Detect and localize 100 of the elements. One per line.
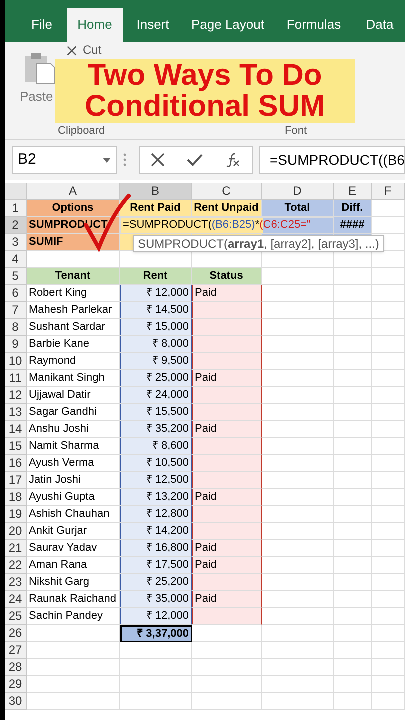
column-header[interactable]: F bbox=[372, 183, 405, 200]
table-cell: Diff. bbox=[334, 200, 372, 217]
row-header[interactable]: 15 bbox=[5, 438, 27, 455]
row-header[interactable]: 22 bbox=[5, 557, 27, 574]
row-header[interactable]: 10 bbox=[5, 353, 27, 370]
empty-cell bbox=[334, 472, 372, 489]
table-cell: ₹ 17,500 bbox=[120, 557, 192, 574]
function-icon[interactable] bbox=[225, 152, 241, 168]
table-cell: Status bbox=[192, 268, 262, 285]
ribbon-tab[interactable]: Data bbox=[355, 8, 405, 42]
empty-cell bbox=[372, 421, 405, 438]
empty-cell bbox=[334, 353, 372, 370]
row-header[interactable]: 5 bbox=[5, 268, 27, 285]
grip-icon bbox=[123, 153, 127, 167]
table-cell: Paid bbox=[192, 370, 262, 387]
row-header[interactable]: 26 bbox=[5, 625, 27, 642]
row-header[interactable]: 27 bbox=[5, 642, 27, 659]
empty-cell bbox=[334, 625, 372, 642]
ribbon-tab[interactable]: Formulas bbox=[275, 8, 353, 42]
ribbon-tab[interactable]: Home bbox=[67, 8, 123, 42]
check-icon[interactable] bbox=[187, 153, 203, 167]
row-header[interactable]: 6 bbox=[5, 285, 27, 302]
empty-cell bbox=[372, 659, 405, 676]
row-header[interactable]: 19 bbox=[5, 506, 27, 523]
empty-cell bbox=[120, 642, 192, 659]
ribbon-tab[interactable]: Page Layout bbox=[183, 8, 273, 42]
table-cell: ₹ 35,000 bbox=[120, 591, 192, 608]
table-cell: ₹ 13,200 bbox=[120, 489, 192, 506]
empty-cell bbox=[334, 540, 372, 557]
table-cell: Rent bbox=[120, 268, 192, 285]
paste-label[interactable]: Paste bbox=[20, 87, 54, 106]
empty-cell bbox=[334, 642, 372, 659]
empty-cell bbox=[334, 693, 372, 710]
row-header[interactable]: 17 bbox=[5, 472, 27, 489]
row-header[interactable]: 4 bbox=[5, 251, 27, 268]
row-header[interactable]: 11 bbox=[5, 370, 27, 387]
table-cell: ₹ 8,000 bbox=[120, 336, 192, 353]
row-header[interactable]: 13 bbox=[5, 404, 27, 421]
row-header[interactable]: 8 bbox=[5, 319, 27, 336]
empty-cell bbox=[120, 676, 192, 693]
dropdown-caret-icon[interactable] bbox=[103, 158, 111, 162]
table-cell: ₹ 9,500 bbox=[120, 353, 192, 370]
cut-label[interactable]: Cut bbox=[83, 43, 102, 57]
empty-cell bbox=[262, 642, 334, 659]
column-header[interactable]: C bbox=[192, 183, 262, 200]
close-icon[interactable] bbox=[151, 153, 165, 167]
row-header[interactable]: 25 bbox=[5, 608, 27, 625]
row-header[interactable]: 14 bbox=[5, 421, 27, 438]
table-cell[interactable]: =SUMPRODUCT((B6:B25)*(C6:C25=" bbox=[120, 217, 334, 234]
row-header[interactable]: 23 bbox=[5, 574, 27, 591]
row-header[interactable]: 16 bbox=[5, 455, 27, 472]
row-header[interactable]: 24 bbox=[5, 591, 27, 608]
empty-cell bbox=[372, 642, 405, 659]
column-header[interactable]: E bbox=[334, 183, 372, 200]
row-header[interactable]: 3 bbox=[5, 234, 27, 251]
row-header[interactable]: 7 bbox=[5, 302, 27, 319]
row-header[interactable]: 20 bbox=[5, 523, 27, 540]
table-cell: Paid bbox=[192, 421, 262, 438]
name-box[interactable]: B2 bbox=[12, 146, 117, 174]
table-cell: ₹ 12,000 bbox=[120, 608, 192, 625]
table-cell: Rent Unpaid bbox=[192, 200, 262, 217]
table-cell: ₹ 35,200 bbox=[120, 421, 192, 438]
empty-cell bbox=[334, 523, 372, 540]
empty-cell bbox=[334, 676, 372, 693]
empty-cell bbox=[334, 387, 372, 404]
empty-cell bbox=[372, 353, 405, 370]
table-cell: SUMIF bbox=[27, 234, 120, 251]
row-header[interactable]: 29 bbox=[5, 676, 27, 693]
row-header[interactable]: 1 bbox=[5, 200, 27, 217]
column-header[interactable]: A bbox=[27, 183, 120, 200]
formula-field[interactable]: =SUMPRODUCT((B6 bbox=[259, 146, 405, 174]
ribbon-group-label: Clipboard bbox=[58, 125, 106, 138]
empty-cell bbox=[372, 591, 405, 608]
empty-cell bbox=[372, 693, 405, 710]
row-header[interactable]: 21 bbox=[5, 540, 27, 557]
empty-cell bbox=[334, 506, 372, 523]
empty-cell bbox=[372, 319, 405, 336]
empty-cell bbox=[334, 285, 372, 302]
empty-cell bbox=[262, 659, 334, 676]
empty-cell bbox=[372, 455, 405, 472]
row-header[interactable]: 9 bbox=[5, 336, 27, 353]
table-cell: Paid bbox=[192, 489, 262, 506]
ribbon-tab[interactable]: File bbox=[19, 8, 65, 42]
row-header[interactable]: 30 bbox=[5, 693, 27, 710]
empty-cell bbox=[334, 455, 372, 472]
row-header[interactable]: 28 bbox=[5, 659, 27, 676]
table-cell: Total bbox=[262, 200, 334, 217]
row-header[interactable]: 12 bbox=[5, 387, 27, 404]
empty-cell bbox=[372, 676, 405, 693]
column-header[interactable]: B bbox=[120, 183, 192, 200]
column-header[interactable]: D bbox=[262, 183, 334, 200]
table-cell: ₹ 12,800 bbox=[120, 506, 192, 523]
ribbon-tab[interactable]: Insert bbox=[125, 8, 181, 42]
empty-cell bbox=[262, 676, 334, 693]
row-header[interactable]: 2 bbox=[5, 217, 27, 234]
row-header[interactable]: 18 bbox=[5, 489, 27, 506]
formula-text[interactable]: =SUMPRODUCT((B6:B25)*(C6:C25=" bbox=[123, 218, 311, 233]
empty-cell bbox=[192, 693, 262, 710]
table-cell: ₹ 8,600 bbox=[120, 438, 192, 455]
table-cell: Rent Paid bbox=[120, 200, 192, 217]
